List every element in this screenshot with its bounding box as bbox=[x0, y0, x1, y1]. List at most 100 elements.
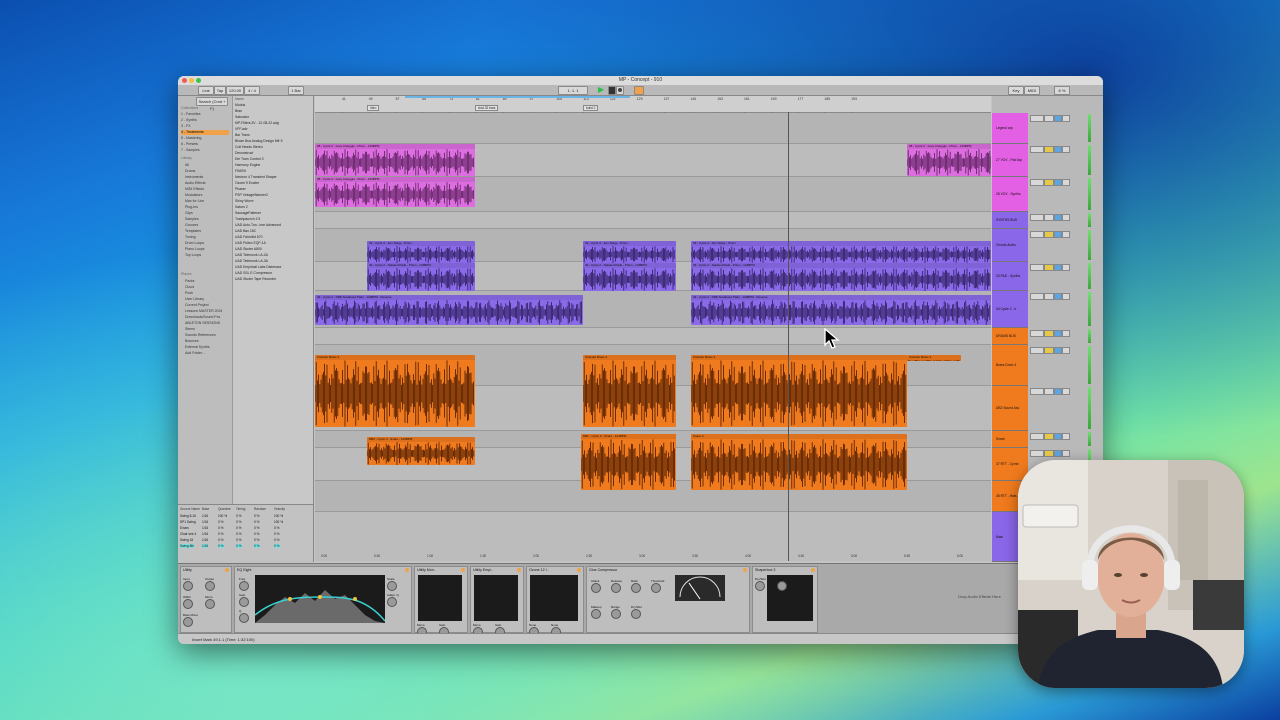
browser-file-item[interactable]: UAD Pultec EQP-1A bbox=[235, 241, 309, 246]
browser-file-item[interactable]: Shiny Worm bbox=[235, 199, 309, 204]
browser-file-item[interactable]: UAD Empirical Labs Distressor bbox=[235, 265, 309, 270]
device-power-icon[interactable] bbox=[461, 568, 465, 572]
track-activator-button[interactable] bbox=[1044, 388, 1054, 395]
audio-clip[interactable]: DB2 - Cycle 3 - Snare - 124BPM bbox=[581, 434, 676, 490]
library-item[interactable]: Top Loops bbox=[181, 253, 201, 258]
browser-file-item[interactable]: Bran bbox=[235, 109, 309, 114]
places-item[interactable]: Push bbox=[181, 291, 193, 296]
arm-button[interactable] bbox=[1062, 179, 1070, 186]
library-item[interactable]: Grooves bbox=[181, 223, 198, 228]
audio-clip[interactable]: 28 - Cycle 2 - Grey Arpeggio - Prism - 1… bbox=[315, 177, 475, 207]
browser-file-item[interactable]: PSP VintageWarmer2 bbox=[235, 193, 309, 198]
track-lane[interactable] bbox=[315, 328, 991, 345]
audio-clip[interactable]: 33 - Cycle 2 - Zen Stage - Prism bbox=[691, 241, 991, 263]
groove-cell[interactable]: 100 % bbox=[274, 520, 283, 524]
device-knob[interactable] bbox=[651, 583, 661, 593]
groove-cell[interactable]: 0 % bbox=[274, 526, 280, 530]
audio-clip[interactable]: Snare 4 bbox=[691, 434, 907, 490]
track-activator-button[interactable] bbox=[1044, 264, 1054, 271]
groove-column-header[interactable]: Random bbox=[254, 507, 266, 511]
browser-file-item[interactable]: Phaser bbox=[235, 187, 309, 192]
groove-column-header[interactable]: Groove Name bbox=[180, 507, 200, 511]
collection-item[interactable]: 7 - Samples bbox=[181, 148, 200, 153]
groove-cell[interactable]: 0 % bbox=[254, 532, 260, 536]
track-lane[interactable] bbox=[315, 512, 991, 561]
arm-button[interactable] bbox=[1062, 388, 1070, 395]
device-knob[interactable] bbox=[205, 581, 215, 591]
solo-button[interactable] bbox=[1054, 214, 1062, 221]
track-header[interactable]: Snare bbox=[992, 431, 1028, 448]
device-title[interactable]: Glue Compressor bbox=[589, 567, 617, 573]
device-knob[interactable] bbox=[239, 581, 249, 591]
places-item[interactable]: Lessons MASTER 2024 bbox=[181, 309, 222, 314]
track-activator-button[interactable] bbox=[1044, 347, 1054, 354]
device-knob[interactable] bbox=[239, 597, 249, 607]
device-power-icon[interactable] bbox=[577, 568, 581, 572]
places-item[interactable]: ABLETON SESSIONS bbox=[181, 321, 220, 326]
library-item[interactable]: Drums bbox=[181, 169, 195, 174]
groove-cell[interactable]: 0 % bbox=[254, 526, 260, 530]
library-item[interactable]: Audio Effects bbox=[181, 181, 206, 186]
device-knob[interactable] bbox=[631, 583, 641, 593]
arm-button[interactable] bbox=[1062, 115, 1070, 122]
groove-cell[interactable]: 100 % bbox=[218, 514, 227, 518]
device-knob[interactable] bbox=[183, 581, 193, 591]
device-6[interactable]: Shaperbox 3 Dry/Wet Gain bbox=[752, 566, 818, 633]
library-item[interactable]: Piano Loops bbox=[181, 247, 204, 252]
arm-button[interactable] bbox=[1062, 231, 1070, 238]
track-header[interactable]: Brass Drum 4 bbox=[992, 345, 1028, 386]
groove-cell[interactable]: 0 % bbox=[236, 532, 242, 536]
groove-cell[interactable]: 1/16 bbox=[202, 532, 208, 536]
audio-clip[interactable]: DB2 - Cycle 3 - Snare - 124BPM bbox=[367, 437, 475, 465]
track-header[interactable]: DB2 Sound Ass bbox=[992, 386, 1028, 431]
record-icon[interactable] bbox=[616, 86, 624, 95]
library-item[interactable]: MIDI Effects bbox=[181, 187, 204, 192]
device-knob[interactable] bbox=[777, 581, 787, 591]
device-knob[interactable] bbox=[183, 599, 193, 609]
library-item[interactable]: Max for Live bbox=[181, 199, 204, 204]
browser-file-item[interactable]: SausageFattener bbox=[235, 211, 309, 216]
arm-button[interactable] bbox=[1062, 433, 1070, 440]
key-map-button[interactable]: Key bbox=[1008, 86, 1024, 95]
groove-cell[interactable]: 0 % bbox=[236, 538, 242, 542]
locator-marker[interactable]: Add-32 bars bbox=[475, 105, 499, 111]
track-volume-field[interactable] bbox=[1030, 214, 1044, 221]
track-header[interactable]: 27 VOX - Pad Arp bbox=[992, 144, 1028, 177]
device-power-icon[interactable] bbox=[743, 568, 747, 572]
link-button[interactable]: Link bbox=[198, 86, 214, 95]
track-header[interactable]: Legend arp bbox=[992, 113, 1028, 144]
groove-cell[interactable]: 1/16 bbox=[202, 526, 208, 530]
solo-button[interactable] bbox=[1054, 388, 1062, 395]
solo-button[interactable] bbox=[1054, 293, 1062, 300]
device-1[interactable]: EQ Eight Freq Gain Q Scale Adapt. Q bbox=[234, 566, 412, 633]
browser-file-item[interactable]: Cult Heads Stereo bbox=[235, 145, 309, 150]
stop-icon[interactable] bbox=[608, 86, 616, 95]
device-power-icon[interactable] bbox=[811, 568, 815, 572]
device-knob[interactable] bbox=[183, 617, 193, 627]
browser-file-item[interactable]: Saturn 2 bbox=[235, 205, 309, 210]
groove-cell[interactable]: 0 % bbox=[236, 544, 242, 548]
arrangement-ruler[interactable]: 41 49 57 65 73 81 89 97 105 113 121 129 137 145 153 161… bbox=[315, 96, 991, 113]
locator-marker[interactable]: build 2 bbox=[583, 105, 599, 111]
track-header[interactable]: SYNTHS BUS bbox=[992, 212, 1028, 229]
groove-cell[interactable]: 0 % bbox=[236, 514, 242, 518]
browser-file-item[interactable]: Harmony Engine bbox=[235, 163, 309, 168]
browser-file-item[interactable]: Bar Trans bbox=[235, 133, 309, 138]
library-item[interactable]: Drum Loops bbox=[181, 241, 204, 246]
collection-item[interactable]: 2 - Synths bbox=[181, 118, 197, 123]
library-item[interactable]: Instruments bbox=[181, 175, 203, 180]
track-volume-field[interactable] bbox=[1030, 347, 1044, 354]
groove-cell[interactable]: 0 % bbox=[254, 544, 260, 548]
device-knob[interactable] bbox=[205, 599, 215, 609]
track-header[interactable]: 37 RTT - Cymb bbox=[992, 448, 1028, 481]
audio-clip[interactable]: 33 - Cycle 2 - Stacked Pads - Prism - 12… bbox=[367, 263, 475, 291]
groove-cell[interactable]: 0 % bbox=[218, 526, 224, 530]
groove-cell[interactable]: 0 % bbox=[236, 526, 242, 530]
browser-file-item[interactable]: UAD Telemunk LA-2A bbox=[235, 253, 309, 258]
device-title[interactable]: Utility bbox=[183, 567, 192, 573]
track-lane[interactable] bbox=[315, 113, 991, 144]
device-knob[interactable] bbox=[611, 583, 621, 593]
arm-button[interactable] bbox=[1062, 347, 1070, 354]
track-volume-field[interactable] bbox=[1030, 293, 1044, 300]
device-3[interactable]: Utility Empi.. Mono Gain bbox=[470, 566, 524, 637]
